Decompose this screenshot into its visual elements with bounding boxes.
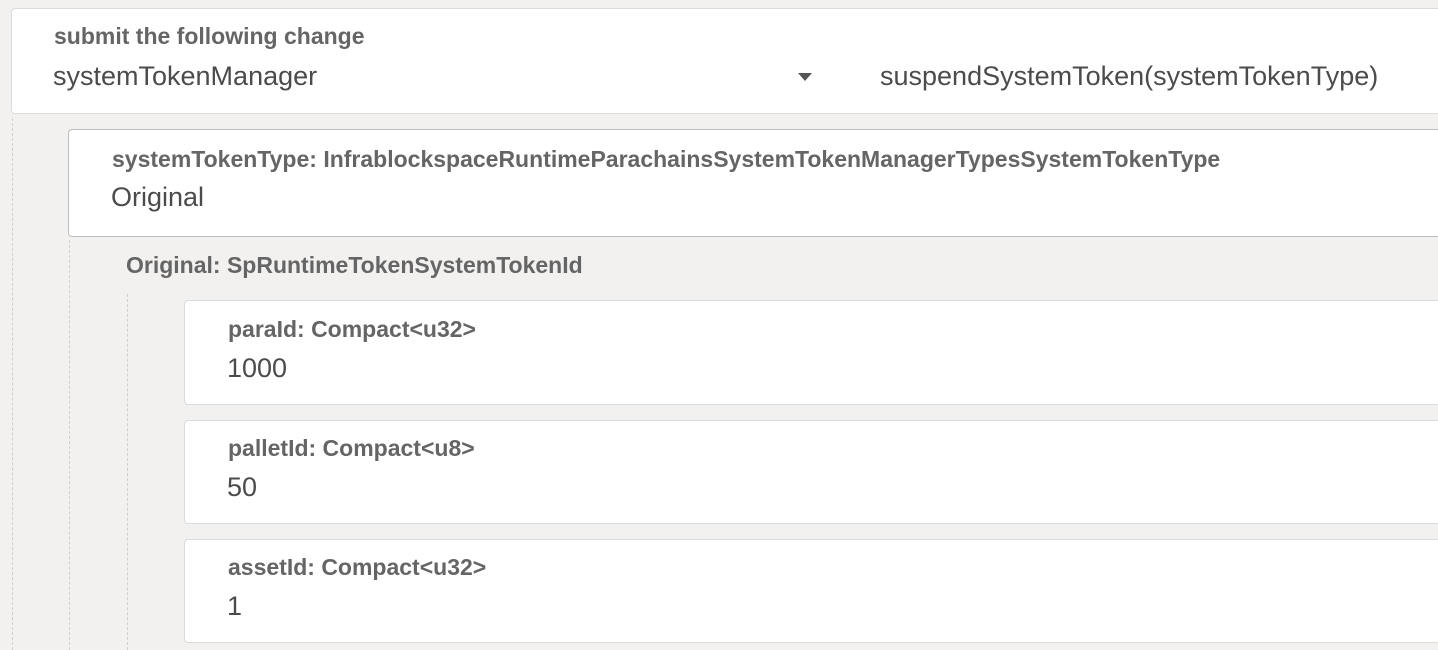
submit-change-label: submit the following change (54, 23, 365, 49)
para-id-label: paraId: Compact<u32> (228, 316, 476, 342)
asset-id-field[interactable]: assetId: Compact<u32> 1 (184, 539, 1438, 643)
param-guide-line (12, 118, 13, 650)
type-guide-line (69, 240, 70, 650)
original-struct-label: Original: SpRuntimeTokenSystemTokenId (126, 252, 583, 278)
method-select-value: suspendSystemToken(systemTokenType) (880, 61, 1379, 91)
system-token-type-select[interactable]: systemTokenType: InfrablockspaceRuntimeP… (68, 129, 1438, 237)
system-token-type-label: systemTokenType: InfrablockspaceRuntimeP… (112, 146, 1221, 172)
asset-id-value: 1 (227, 591, 243, 621)
system-token-type-value: Original (111, 182, 205, 212)
asset-id-label: assetId: Compact<u32> (228, 554, 487, 580)
original-guide-line (127, 294, 128, 650)
pallet-id-label: palletId: Compact<u8> (228, 435, 475, 461)
pallet-id-field[interactable]: palletId: Compact<u8> 50 (184, 420, 1438, 524)
extrinsic-submission-panel: submit the following change systemTokenM… (0, 0, 1438, 650)
pallet-id-value: 50 (227, 472, 258, 502)
para-id-field[interactable]: paraId: Compact<u32> 1000 (184, 300, 1438, 405)
para-id-value: 1000 (227, 353, 288, 383)
chevron-down-icon (798, 73, 812, 81)
module-select-value: systemTokenManager (53, 61, 318, 91)
method-select[interactable]: suspendSystemToken(systemTokenType) (862, 53, 1438, 103)
submit-change-box: submit the following change systemTokenM… (11, 8, 1438, 114)
module-select[interactable]: systemTokenManager (12, 53, 832, 103)
